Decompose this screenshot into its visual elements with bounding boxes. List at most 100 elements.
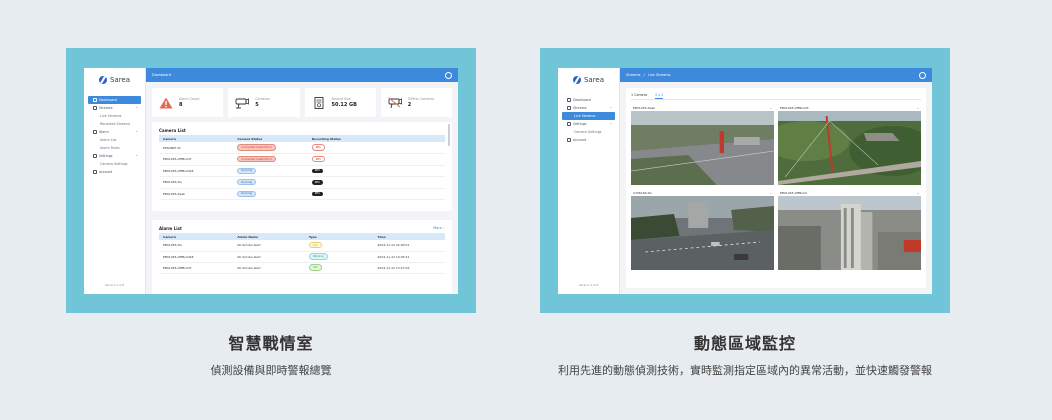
dashboard-icon [567,98,571,102]
column-header[interactable]: Time [373,233,445,240]
column-header[interactable]: Recording Status [307,135,445,142]
table-row[interactable]: EB01265-Desk Running REC [159,188,445,200]
chevron-up-icon: ^ [135,106,138,110]
dashboard-caption: 智慧戰情室 偵測設備與即時警報總覽 [66,330,476,378]
recording-badge[interactable]: REC [311,168,323,174]
breadcrumb-separator: / [643,73,645,77]
gear-icon [93,154,97,158]
sidebar-item-alarm-list[interactable]: Alarm List [88,136,141,144]
alarm-list-title: Alarm List [159,226,182,231]
account-icon [567,138,571,142]
recording-badge[interactable]: REC [311,156,325,163]
table-row[interactable]: EB01265-OffBuild7 No Smoke Alert Info 2024-… [159,262,445,274]
stat-label: Offline Cameras [407,97,435,101]
chevron-down-icon: ⌄ [916,190,919,195]
sidebar-item-streams[interactable]: Streams ^ [562,104,615,112]
chevron-down-icon: ⌄ [769,105,772,110]
camera-name: EB01265-SG [159,240,234,252]
logo-icon [572,76,581,84]
user-icon[interactable] [445,71,452,79]
sidebar-item-dashboard[interactable]: Dashboard [88,96,141,104]
column-header[interactable]: Camera Status [233,135,308,142]
camera-name: EB01265-Desk [159,188,234,200]
camera-select[interactable]: C296169-SG ⌄ [631,189,774,196]
sidebar-item-alarm[interactable]: Alarm ^ [88,128,141,136]
alarm-list-card: Alarm List More › Camera Alarm Name Type… [152,220,452,294]
chevron-up-icon: ^ [609,106,612,110]
camera-feed[interactable] [778,196,921,270]
layout-tabs: 1 Camera 2 x 2 [631,92,921,100]
table-row[interactable]: EB01265-OffBuild18 No Smoke Alert Warning 2… [159,251,445,263]
breadcrumb-streams[interactable]: Streams [626,73,641,77]
chevron-up-icon: ^ [135,154,138,158]
camera-name: EB01265-OffBuild7 [159,262,234,274]
camera-feed[interactable] [778,111,921,185]
recording-badge[interactable]: REC [311,144,325,151]
file-icon [312,96,326,109]
sidebar-item-live-streams[interactable]: Live Streams [88,112,141,120]
stat-card-cameras: Cameras 5 [228,88,300,117]
sidebar-item-alarm-rules[interactable]: Alarm Rules [88,144,141,152]
sidebar-item-dashboard[interactable]: Dashboard [562,96,615,104]
sidebar-nav: Dashboard Streams ^ Live Streams Recorded… [84,96,145,176]
stat-label: Record Size [331,97,351,101]
camera-icon [235,97,250,109]
column-header[interactable]: Camera [159,135,234,142]
caption-subtitle: 偵測設備與即時警報總覽 [210,364,332,377]
sidebar-item-live-streams[interactable]: Live Streams [562,112,615,120]
camera-name: EB01265-OffBuild18 [159,251,234,263]
sidebar-item-settings[interactable]: Settings ^ [88,152,141,160]
recording-badge[interactable]: REC [311,191,323,197]
top-bar: Dashboard [146,68,458,82]
tab-1-camera[interactable]: 1 Camera [631,93,647,98]
table-row[interactable]: EB01265-OffBuild7 Connected Invalid Error… [159,153,445,166]
camera-feed[interactable] [631,111,774,185]
live-streams-screenshot-frame: Sarea Dashboard Streams ^ Live Streams Se… [540,48,950,313]
version-label: Version 1.0.6 [104,283,125,287]
more-link[interactable]: More › [433,226,444,230]
user-icon[interactable] [919,71,926,79]
sidebar-item-camera-settings[interactable]: Camera Settings [562,128,615,136]
caption-subtitle: 利用先進的動態偵測技術，實時監測指定區域內的異常活動，並快速觸發警報 [558,364,932,377]
sidebar-item-streams[interactable]: Streams ^ [88,104,141,112]
sidebar-item-account[interactable]: Account [88,168,141,176]
camera-select[interactable]: EB01265-OffBuild ⌄ [778,189,921,196]
sidebar-item-settings[interactable]: Settings ^ [562,120,615,128]
stat-card-offline-cameras: Offline Cameras 2 [380,88,452,117]
chevron-down-icon: ⌄ [916,105,919,110]
alarm-name: No Smoke Alert [233,240,305,252]
caption-title: 智慧戰情室 [228,334,314,353]
table-row[interactable]: EB01265-SG Running REC [159,176,445,189]
recording-badge[interactable]: REC [311,180,323,185]
camera-name: EB01265-OffBuild7 [159,153,234,166]
tab-2x2[interactable]: 2 x 2 [655,93,664,99]
column-header[interactable]: Camera [159,233,234,240]
brand-name: Sarea [109,76,131,84]
sidebar-item-account[interactable]: Account [562,136,615,144]
column-header[interactable]: Alarm Name [233,233,305,240]
column-header[interactable]: Type [304,233,374,240]
table-row[interactable]: EB01265-OffBuild18 Running REC [159,165,445,177]
chevron-right-icon: › [442,226,444,230]
camera-grid: EB01265-Desk ⌄ EB01265-OffBuild3 ⌄ C2961… [631,104,921,270]
alarm-type-badge: Warning [308,253,328,260]
sidebar-item-recorded-streams[interactable]: Recorded Streams [88,120,141,128]
page-title: Dashboard [152,73,171,77]
live-streams-app: Sarea Dashboard Streams ^ Live Streams Se… [558,68,932,294]
table-row[interactable]: EPSONM-32 Connected Invalid Error REC [159,142,445,154]
camera-select[interactable]: EB01265-OffBuild3 ⌄ [778,104,921,111]
sidebar-item-camera-settings[interactable]: Camera Settings [88,160,141,168]
camera-feed[interactable] [631,196,774,270]
sidebar: Sarea Dashboard Streams ^ Live Streams Se… [558,68,620,294]
status-badge: Running [237,167,256,174]
alarm-name: No Smoke Alert [233,262,305,274]
caption-title: 動態區域監控 [693,334,796,353]
table-row[interactable]: EB01265-SG No Smoke Alert Info 2024-11-12 2… [159,240,445,252]
alarm-time: 2024-11-12 19:45:21 [373,251,445,263]
dashboard-screenshot-frame: Sarea Dashboard Streams ^ Live Streams Re… [66,48,476,313]
scrollbar[interactable] [448,124,450,146]
camera-select[interactable]: EB01265-Desk ⌄ [631,104,774,111]
camera-list-title: Camera List [159,128,186,133]
account-icon [93,170,97,174]
streams-icon [93,106,97,110]
